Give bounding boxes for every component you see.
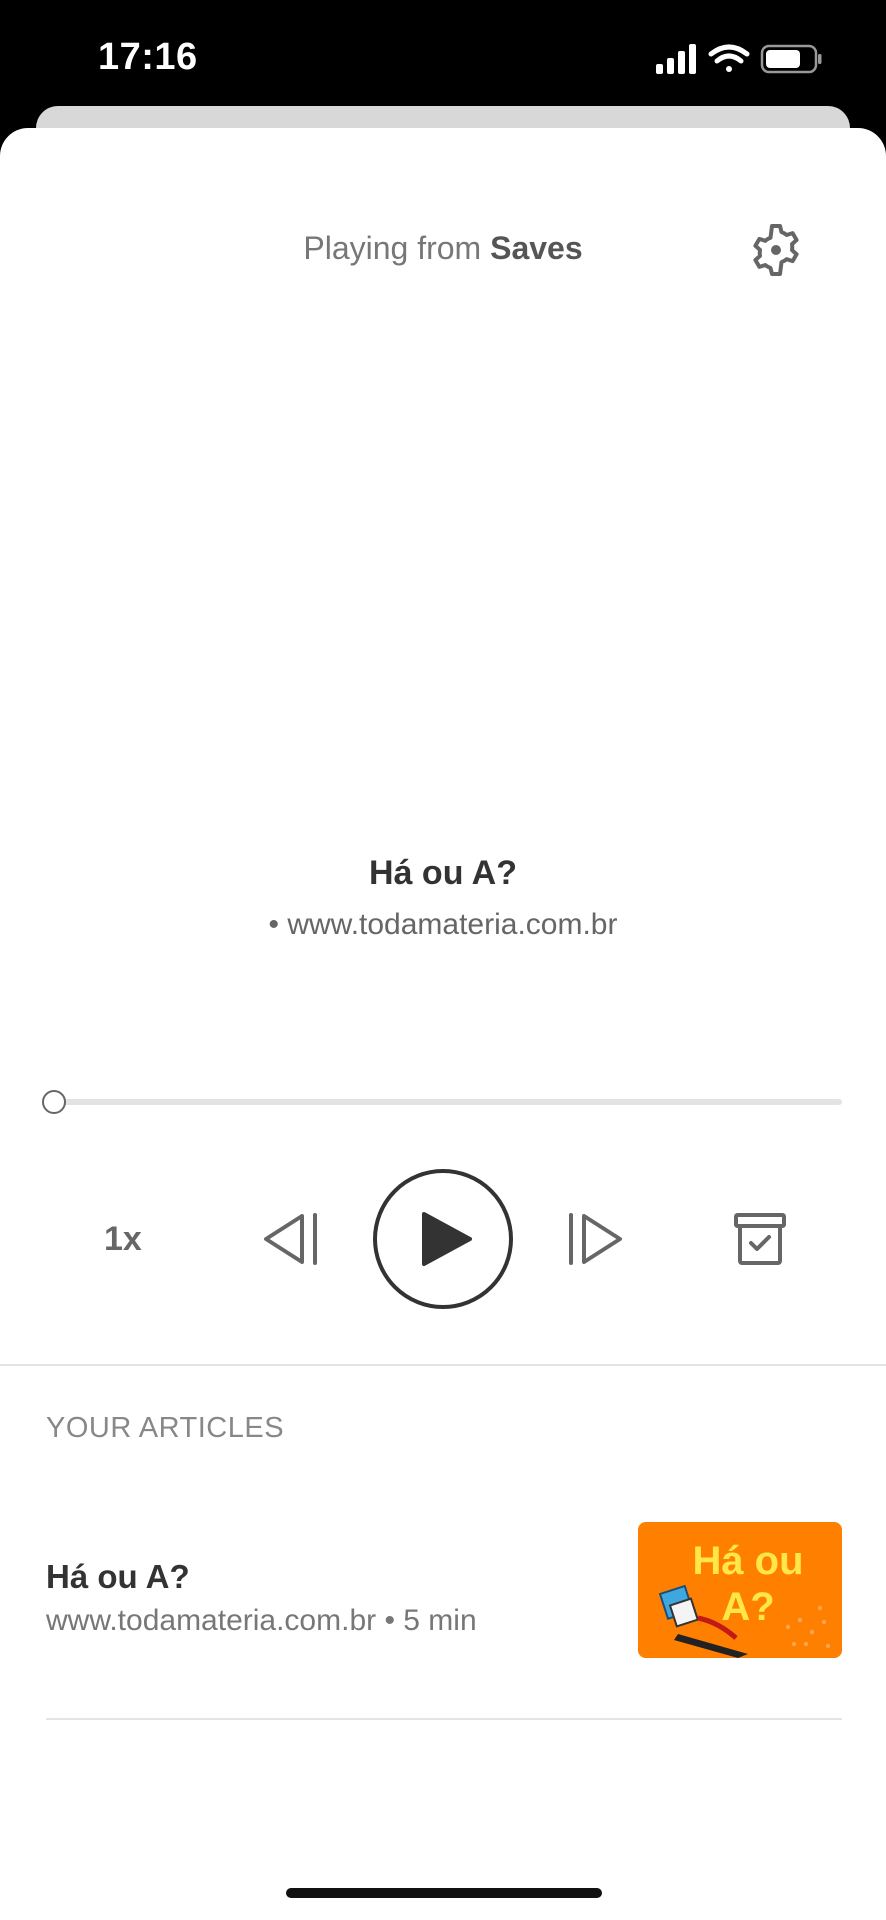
skip-forward-icon xyxy=(569,1213,622,1265)
speed-button[interactable]: 1x xyxy=(104,1220,142,1259)
status-icons xyxy=(656,42,826,81)
gear-icon xyxy=(753,224,799,276)
wifi-icon xyxy=(708,44,750,72)
settings-button[interactable] xyxy=(748,222,804,278)
track-title: Há ou A? xyxy=(369,854,517,892)
your-articles-heading: YOUR ARTICLES xyxy=(46,1412,285,1444)
playing-from-source: Saves xyxy=(490,230,583,266)
home-indicator xyxy=(286,1888,602,1898)
playing-from-prefix: Playing from xyxy=(303,230,491,266)
progress-track xyxy=(44,1099,842,1105)
playback-controls: 1x xyxy=(0,1168,886,1310)
list-divider xyxy=(46,1718,842,1720)
article-list-item[interactable]: Há ou A? www.todamateria.com.br • 5 min … xyxy=(46,1520,842,1660)
article-thumbnail: Há ou A? xyxy=(638,1522,842,1658)
thumbnail-text: Há ou A? xyxy=(692,1539,804,1629)
track-source: • www.todamateria.com.br xyxy=(268,908,618,941)
status-time: 17:16 xyxy=(98,36,198,78)
play-button[interactable] xyxy=(372,1168,514,1315)
skip-forward-button[interactable] xyxy=(566,1210,626,1273)
progress-knob[interactable] xyxy=(42,1090,66,1114)
section-divider xyxy=(0,1364,886,1366)
article-meta: www.todamateria.com.br • 5 min xyxy=(46,1604,477,1637)
signal-icon xyxy=(656,44,696,74)
archive-button[interactable] xyxy=(734,1212,786,1271)
article-title: Há ou A? xyxy=(46,1558,190,1595)
status-bar: 17:16 xyxy=(0,0,886,120)
play-icon xyxy=(373,1169,513,1309)
progress-slider[interactable] xyxy=(42,1090,842,1114)
skip-back-icon xyxy=(264,1213,317,1265)
battery-icon xyxy=(760,44,822,74)
archive-icon xyxy=(734,1213,786,1265)
skip-back-button[interactable] xyxy=(260,1210,320,1273)
